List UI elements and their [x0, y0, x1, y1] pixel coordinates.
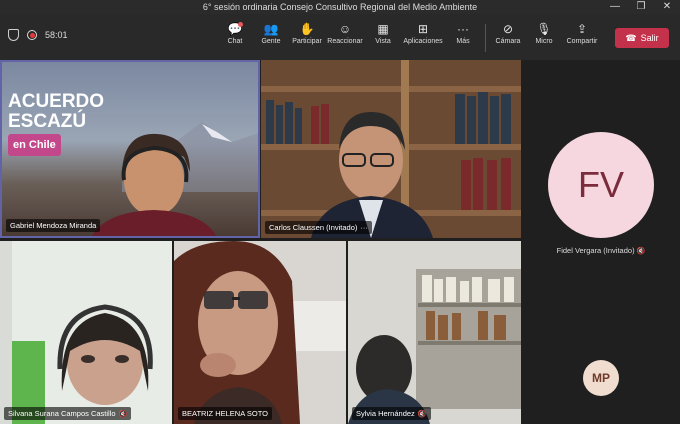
mic-off-icon: 🎙	[536, 22, 552, 36]
raise-hand-icon: ✋	[299, 22, 315, 36]
video-feed-beatriz	[174, 241, 346, 424]
people-button[interactable]: 👥 Gente	[253, 20, 289, 52]
meeting-timer: 58:01	[45, 30, 68, 40]
grid-icon: ▦	[377, 22, 389, 36]
toolbar-actions: 💬 Chat 👥 Gente ✋ Participar ☺ Reaccionar…	[217, 20, 602, 52]
toolbar-divider	[485, 24, 486, 52]
banner-line-1: ACUERDO	[8, 91, 105, 112]
recording-icon	[27, 30, 37, 40]
participant-name-tag: Fidel Vergara (Invitado) 🔇	[556, 246, 646, 255]
video-tile-carlos[interactable]: Carlos Claussen (Invitado) ···	[261, 60, 521, 238]
window-controls: — ❐ ✕	[602, 0, 680, 14]
people-icon: 👥	[263, 22, 279, 36]
participant-name-tag: Silvana Surana Campos Castillo 🔇	[4, 407, 132, 420]
phone-hangup-icon: ☎	[625, 32, 637, 43]
camera-off-icon: ⊘	[502, 22, 514, 36]
share-button[interactable]: ⇪ Compartir	[562, 20, 602, 52]
video-feed-sylvia	[348, 241, 521, 424]
participant-name-tag: Sylvia Hernández 🔇	[352, 407, 431, 420]
react-button[interactable]: ☺ Reaccionar	[325, 20, 365, 52]
more-options-icon[interactable]: ···	[360, 223, 368, 232]
meeting-status: 58:01	[8, 29, 68, 41]
banner-line-3: en Chile	[8, 134, 61, 156]
more-icon: ···	[457, 22, 469, 36]
chat-button[interactable]: 💬 Chat	[217, 20, 253, 52]
video-tile-gabriel[interactable]: ACUERDO ESCAZÚ en Chile Gabriel Mendoza …	[0, 60, 260, 238]
camera-button[interactable]: ⊘ Cámara	[490, 20, 526, 52]
banner-line-2: ESCAZÚ	[8, 111, 87, 132]
mic-muted-icon: 🔇	[118, 410, 128, 418]
window-title: 6° sesión ordinaria Consejo Consultivo R…	[202, 2, 478, 12]
mic-muted-icon: 🔇	[417, 410, 427, 418]
video-tile-beatriz[interactable]: BEATRIZ HELENA SOTO	[174, 241, 346, 424]
video-tile-fidel[interactable]: FV Fidel Vergara (Invitado) 🔇	[522, 60, 680, 330]
participate-button[interactable]: ✋ Participar	[289, 20, 325, 52]
video-feed-carlos	[261, 60, 521, 238]
avatar-mp: MP	[583, 360, 619, 396]
add-app-icon: ⊞	[417, 22, 429, 36]
participant-name-tag: Gabriel Mendoza Miranda	[6, 219, 101, 232]
avatar-fidel: FV	[548, 132, 654, 238]
meeting-toolbar: 58:01 💬 Chat 👥 Gente ✋ Participar ☺ Reac…	[0, 14, 680, 60]
video-tile-sylvia[interactable]: Sylvia Hernández 🔇	[348, 241, 521, 424]
close-icon[interactable]: ✕	[654, 0, 680, 14]
share-icon: ⇪	[576, 22, 588, 36]
apps-button[interactable]: ⊞ Aplicaciones	[401, 20, 445, 52]
participant-name-tag: BEATRIZ HELENA SOTO	[178, 407, 272, 420]
leave-button[interactable]: ☎ Salir	[615, 28, 669, 48]
title-bar: 6° sesión ordinaria Consejo Consultivo R…	[0, 0, 680, 14]
video-tile-silvana[interactable]: Silvana Surana Campos Castillo 🔇	[0, 241, 172, 424]
mic-muted-icon: 🔇	[636, 248, 646, 255]
notification-dot	[238, 22, 243, 27]
shield-icon	[8, 29, 19, 41]
smiley-icon: ☺	[338, 22, 352, 36]
mic-button[interactable]: 🎙 Micro	[526, 20, 562, 52]
participant-name-tag: Carlos Claussen (Invitado) ···	[265, 221, 372, 234]
video-feed-silvana	[0, 241, 153, 424]
more-button[interactable]: ··· Más	[445, 20, 481, 52]
view-button[interactable]: ▦ Vista	[365, 20, 401, 52]
video-tile-mp[interactable]: MP	[522, 333, 680, 421]
maximize-icon[interactable]: ❐	[628, 0, 654, 14]
minimize-icon[interactable]: —	[602, 0, 628, 14]
